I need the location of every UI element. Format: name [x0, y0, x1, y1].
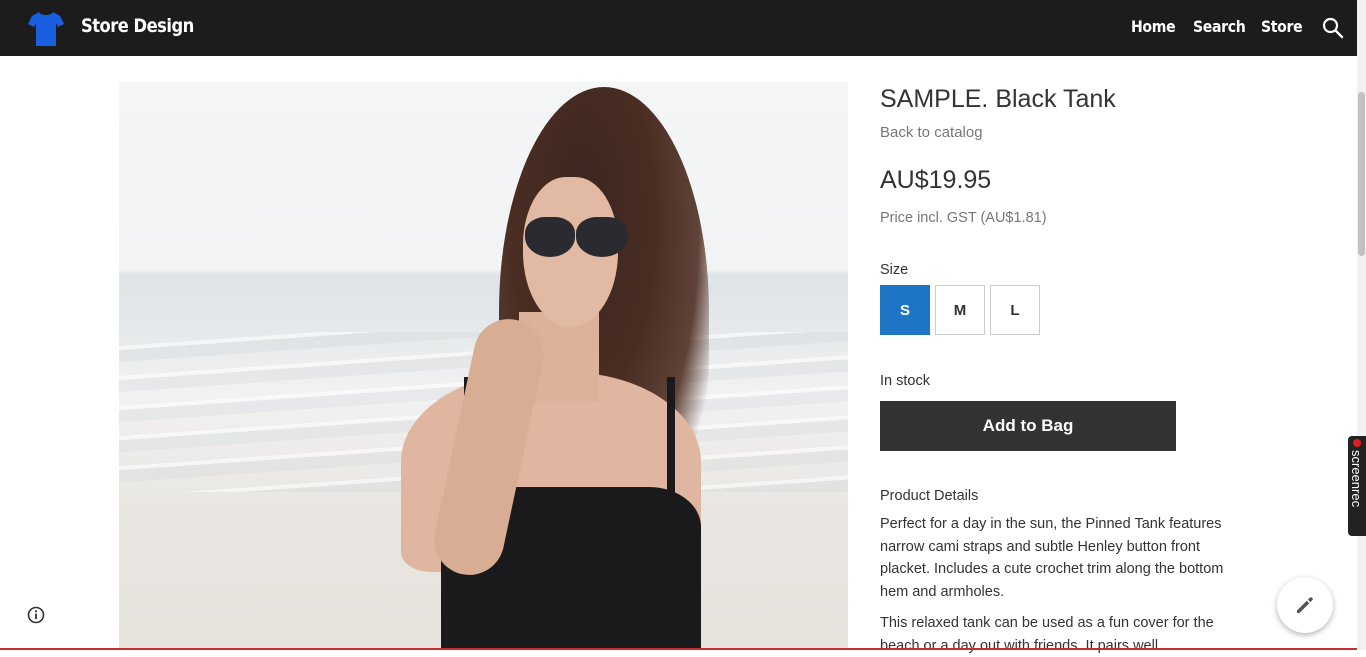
pencil-icon [1297, 597, 1313, 613]
sunglasses-right-lens [576, 217, 628, 257]
size-option-s[interactable]: S [880, 285, 930, 335]
product-price: AU$19.95 [880, 166, 992, 194]
search-icon[interactable] [1322, 17, 1344, 39]
scrollbar-thumb[interactable] [1358, 92, 1365, 256]
brand-name[interactable]: Store Design [81, 15, 194, 37]
size-option-l[interactable]: L [990, 285, 1040, 335]
product-details-heading: Product Details [880, 488, 979, 504]
tank-strap-right [667, 377, 675, 497]
add-to-bag-button[interactable]: Add to Bag [880, 401, 1176, 451]
sunglasses-left-lens [525, 217, 575, 257]
screenrec-label: screenrec [1349, 450, 1364, 508]
product-title: SAMPLE. Black Tank [880, 85, 1116, 113]
nav-store-link[interactable]: Store [1261, 17, 1303, 36]
price-tax-note: Price incl. GST (AU$1.81) [880, 210, 1047, 226]
page-scrollbar[interactable] [1357, 0, 1366, 650]
edit-button[interactable] [1277, 577, 1333, 633]
screenrec-tab[interactable]: screenrec [1348, 436, 1366, 536]
back-to-catalog-link[interactable]: Back to catalog [880, 124, 983, 141]
stock-status: In stock [880, 373, 930, 389]
top-navigation-bar: Store Design Home Search Store [0, 0, 1357, 56]
nav-search-link[interactable]: Search [1193, 17, 1246, 36]
info-icon[interactable] [27, 606, 45, 624]
size-option-m[interactable]: M [935, 285, 985, 335]
size-label: Size [880, 262, 909, 278]
record-dot-icon [1353, 439, 1361, 447]
product-image[interactable] [119, 82, 848, 650]
tshirt-icon[interactable] [26, 8, 66, 48]
product-details-paragraph-2: This relaxed tank can be used as a fun c… [880, 615, 1214, 654]
product-details-paragraph: Perfect for a day in the sun, the Pinned… [880, 516, 1224, 600]
nav-home-link[interactable]: Home [1131, 17, 1176, 36]
